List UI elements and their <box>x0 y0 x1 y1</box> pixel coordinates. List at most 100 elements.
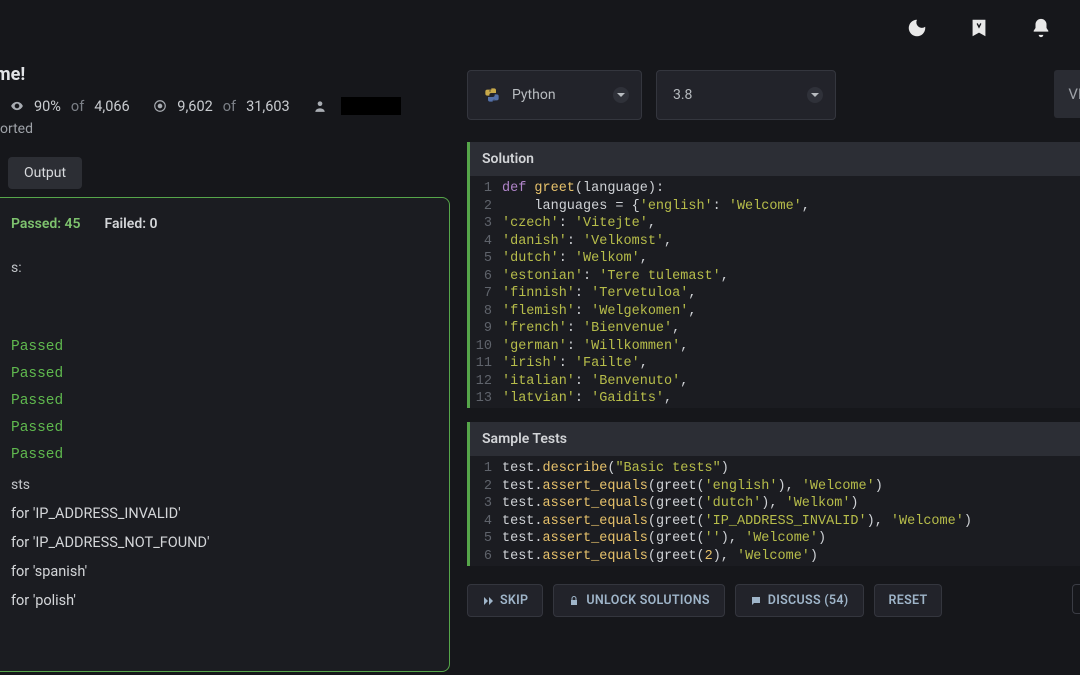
completed-total: 31,603 <box>246 98 290 115</box>
satisfaction-total: 4,066 <box>94 98 129 115</box>
line-number: 10 <box>470 338 502 356</box>
code-line: 6'estonian': 'Tere tulemast', <box>470 268 1080 286</box>
line-number: 14 <box>470 408 502 409</box>
tests-header: Sample Tests <box>470 422 1080 456</box>
line-number: 5 <box>470 530 502 548</box>
code-line: 5'dutch': 'Welkom', <box>470 250 1080 268</box>
tests-section: Sample Tests 1test.describe("Basic tests… <box>467 422 1080 566</box>
solution-editor[interactable]: 1def greet(language):2 languages = {'eng… <box>470 176 1080 408</box>
action-bar: SKIP UNLOCK SOLUTIONS DISCUSS (54) RESET <box>467 584 1080 617</box>
line-number: 11 <box>470 355 502 373</box>
code-line: 4test.assert_equals(greet('IP_ADDRESS_IN… <box>470 513 1080 531</box>
code-line: 2 languages = {'english': 'Welcome', <box>470 198 1080 216</box>
theme-toggle[interactable] <box>906 17 928 43</box>
language-select[interactable]: Python <box>467 70 642 120</box>
extra-button[interactable] <box>1072 584 1080 614</box>
moon-icon <box>906 17 928 39</box>
line-number: 8 <box>470 303 502 321</box>
version-label: 3.8 <box>673 87 692 103</box>
line-number: 4 <box>470 513 502 531</box>
language-label: Python <box>512 87 556 103</box>
line-number: 6 <box>470 548 502 566</box>
tab-output[interactable]: Output <box>8 157 82 189</box>
target-icon <box>153 99 167 113</box>
failed-count: Failed: 0 <box>105 216 158 232</box>
unlock-button[interactable]: UNLOCK SOLUTIONS <box>553 584 724 617</box>
line-number: 9 <box>470 320 502 338</box>
right-panel: Python 3.8 VI Solution 1def greet(langua… <box>467 70 1080 617</box>
line-number: 1 <box>470 180 502 198</box>
code-line: 1def greet(language): <box>470 180 1080 198</box>
notifications-button[interactable] <box>1030 17 1052 43</box>
line-number: 1 <box>470 460 502 478</box>
completed-count: 9,602 <box>177 98 212 115</box>
code-line: 12'italian': 'Benvenuto', <box>470 373 1080 391</box>
code-line: 8'flemish': 'Welgekomen', <box>470 303 1080 321</box>
random-tests-header: sts <box>11 477 435 493</box>
line-number: 4 <box>470 233 502 251</box>
code-line: 6test.assert_equals(greet(2), 'Welcome') <box>470 548 1080 566</box>
line-number: 13 <box>470 390 502 408</box>
code-line: 2test.assert_equals(greet('english'), 'W… <box>470 478 1080 496</box>
solution-header: Solution <box>470 142 1080 176</box>
test-case: for 'IP_ADDRESS_INVALID' <box>11 505 435 522</box>
vim-mode-toggle[interactable]: VI <box>1054 70 1080 118</box>
chat-icon <box>750 595 762 607</box>
eye-icon <box>10 99 24 113</box>
left-panel: me! 90% of 4,066 9,602 of 31,603 orted O… <box>0 64 460 672</box>
tests-editor[interactable]: 1test.describe("Basic tests")2test.asser… <box>470 456 1080 566</box>
code-line: 10'german': 'Willkommen', <box>470 338 1080 356</box>
author-badge[interactable] <box>341 97 401 115</box>
skip-label: SKIP <box>500 593 528 608</box>
line-number: 3 <box>470 495 502 513</box>
kata-stats: 90% of 4,066 9,602 of 31,603 <box>0 97 460 115</box>
person-icon <box>313 99 327 113</box>
topbar <box>906 0 1080 60</box>
line-number: 7 <box>470 285 502 303</box>
reset-button[interactable]: RESET <box>874 584 943 617</box>
unlock-label: UNLOCK SOLUTIONS <box>586 593 709 608</box>
line-number: 6 <box>470 268 502 286</box>
bell-icon <box>1030 17 1052 39</box>
passed-count: Passed: 45 <box>11 216 81 232</box>
bookmark-button[interactable] <box>968 17 990 43</box>
satisfaction-pct: 90% <box>34 98 61 115</box>
reset-label: RESET <box>889 593 928 608</box>
of-label-2: of <box>223 98 236 115</box>
test-result: Passed <box>11 339 435 355</box>
line-number: 3 <box>470 215 502 233</box>
test-result: Passed <box>11 393 435 409</box>
code-line: 7'finnish': 'Tervetuloa', <box>470 285 1080 303</box>
line-number: 2 <box>470 478 502 496</box>
test-result: Passed <box>11 447 435 463</box>
code-line: 9'french': 'Bienvenue', <box>470 320 1080 338</box>
line-number: 2 <box>470 198 502 216</box>
solution-section: Solution 1def greet(language):2 language… <box>467 142 1080 408</box>
code-line: 4'danish': 'Velkomst', <box>470 233 1080 251</box>
of-label-1: of <box>71 98 84 115</box>
python-icon <box>484 87 500 103</box>
skip-icon <box>482 595 494 607</box>
test-result: Passed <box>11 420 435 436</box>
kata-title: me! <box>0 64 460 85</box>
discuss-button[interactable]: DISCUSS (54) <box>735 584 864 617</box>
line-number: 12 <box>470 373 502 391</box>
test-case: for 'spanish' <box>11 563 435 580</box>
tests-label: s: <box>11 260 435 276</box>
skip-button[interactable]: SKIP <box>467 584 543 617</box>
line-number: 5 <box>470 250 502 268</box>
discuss-label: DISCUSS (54) <box>768 593 849 608</box>
code-line: 3test.assert_equals(greet('dutch'), 'Wel… <box>470 495 1080 513</box>
code-line: 13'latvian': 'Gaidits', <box>470 390 1080 408</box>
reported-label: orted <box>0 121 460 137</box>
code-line: 14'lithuanian': 'Laukiamas' <box>470 408 1080 409</box>
bookmark-icon <box>968 17 990 39</box>
lock-icon <box>568 595 580 607</box>
results-header: Passed: 45 Failed: 0 <box>11 216 435 232</box>
version-select[interactable]: 3.8 <box>656 70 836 120</box>
chevron-down-icon <box>613 87 629 103</box>
code-line: 3'czech': 'Vitejte', <box>470 215 1080 233</box>
code-line: 11'irish': 'Failte', <box>470 355 1080 373</box>
test-result: Passed <box>11 366 435 382</box>
language-selectors: Python 3.8 VI <box>467 70 1080 120</box>
